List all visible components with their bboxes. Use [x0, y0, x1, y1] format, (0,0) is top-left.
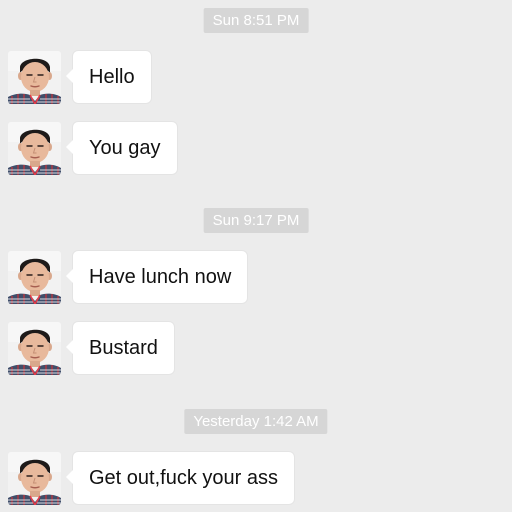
message-row: Bustard [8, 322, 174, 375]
message-bubble[interactable]: Bustard [66, 322, 174, 374]
message-bubble[interactable]: You gay [66, 122, 177, 174]
timestamp: Sun 8:51 PM [203, 8, 309, 33]
message-row: Have lunch now [8, 251, 248, 304]
message-bubble[interactable]: Get out,fuck your ass [66, 452, 294, 504]
avatar-icon[interactable] [8, 322, 61, 375]
message-row: Hello [8, 51, 151, 104]
message-row: Get out,fuck your ass [8, 452, 294, 505]
timestamp: Yesterday 1:42 AM [184, 409, 328, 434]
avatar-icon[interactable] [8, 122, 61, 175]
message-bubble[interactable]: Hello [66, 51, 151, 103]
message-row: You gay [8, 122, 177, 175]
avatar-icon[interactable] [8, 452, 61, 505]
chat-conversation: Sun 8:51 PM Hello You gay Sun 9:17 PM Ha… [0, 0, 512, 512]
avatar-icon[interactable] [8, 251, 61, 304]
timestamp: Sun 9:17 PM [203, 208, 309, 233]
avatar-icon[interactable] [8, 51, 61, 104]
message-bubble[interactable]: Have lunch now [65, 251, 248, 303]
